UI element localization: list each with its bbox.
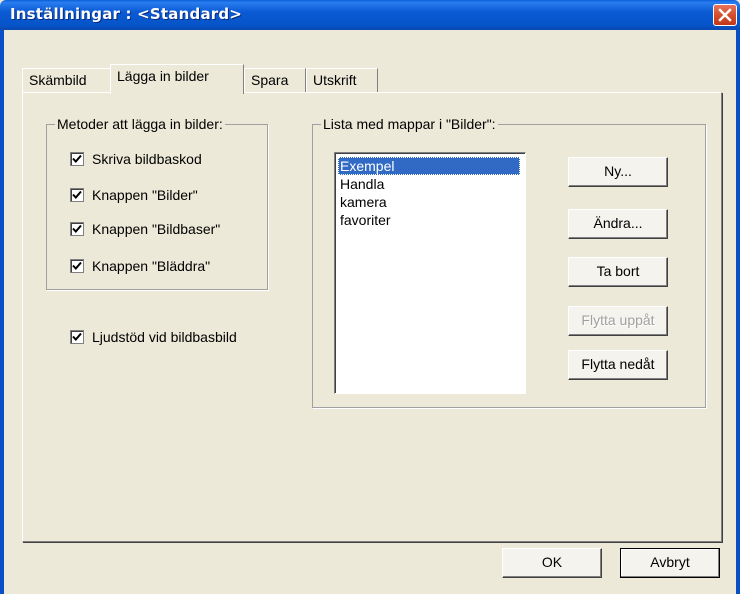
checkbox-box[interactable] — [70, 188, 84, 202]
checkbox-label: Knappen "Bilder" — [92, 187, 198, 203]
check-icon — [72, 261, 82, 270]
methods-group-label: Metoder att lägga in bilder: — [55, 116, 225, 132]
checkbox-label: Ljudstöd vid bildbasbild — [92, 329, 237, 345]
checkbox-label: Knappen "Bildbaser" — [92, 221, 221, 237]
new-folder-button[interactable]: Ny... — [568, 157, 668, 187]
list-item-handla[interactable]: Handla — [338, 175, 384, 193]
title-bar[interactable]: Inställningar : <Standard> — [0, 0, 740, 30]
move-down-button[interactable]: Flytta nedåt — [568, 350, 668, 380]
list-item-exempel[interactable]: Exempel — [338, 157, 520, 175]
checkbox-label: Knappen "Bläddra" — [92, 258, 211, 274]
window-title: Inställningar : <Standard> — [10, 5, 243, 23]
check-icon — [72, 154, 82, 163]
check-icon — [72, 332, 82, 341]
edit-folder-button[interactable]: Ändra... — [568, 209, 668, 239]
close-button[interactable] — [713, 4, 737, 26]
list-item-favoriter[interactable]: favoriter — [338, 211, 391, 229]
checkbox-box[interactable] — [70, 152, 84, 166]
checkbox-box[interactable] — [70, 222, 84, 236]
close-icon — [718, 8, 732, 22]
delete-folder-button[interactable]: Ta bort — [568, 257, 668, 287]
folders-listbox[interactable]: Exempel Handla kamera favoriter — [334, 152, 526, 394]
checkbox-box[interactable] — [70, 259, 84, 273]
cancel-button[interactable]: Avbryt — [620, 548, 720, 578]
window-border-left — [0, 30, 4, 594]
checkbox-box[interactable] — [70, 330, 84, 344]
window-border-right — [736, 30, 740, 594]
check-icon — [72, 190, 82, 199]
move-up-button[interactable]: Flytta uppåt — [568, 306, 668, 336]
tab-skambild[interactable]: Skämbild — [22, 68, 112, 93]
tab-utskrift[interactable]: Utskrift — [306, 68, 378, 93]
tab-lagga-in-bilder[interactable]: Lägga in bilder — [110, 64, 244, 94]
checkbox-label: Skriva bildbaskod — [92, 151, 202, 167]
tab-spara[interactable]: Spara — [244, 68, 306, 93]
ok-button[interactable]: OK — [502, 548, 602, 578]
check-icon — [72, 224, 82, 233]
list-item-kamera[interactable]: kamera — [338, 193, 387, 211]
folders-group-label: Lista med mappar i "Bilder": — [321, 116, 498, 132]
